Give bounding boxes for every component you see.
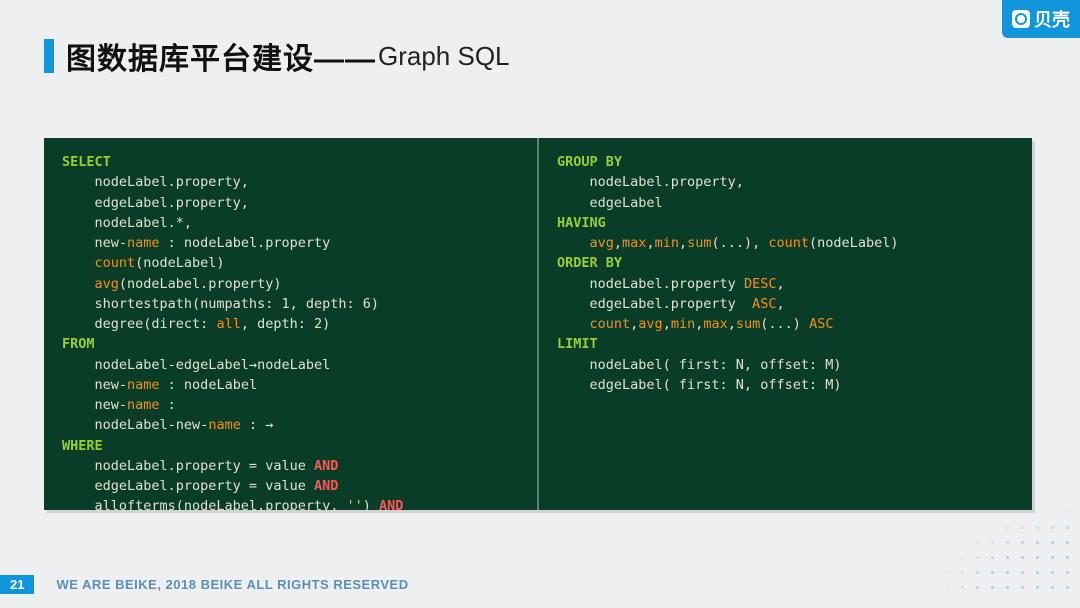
code-column-right: GROUP BY nodeLabel.property, edgeLabel H… [537, 138, 1032, 510]
brand-logo: 贝壳 [1002, 0, 1080, 38]
title-english: Graph SQL [378, 41, 510, 72]
title-accent-bar [44, 39, 54, 73]
slide-title: 图数据库平台建设—— Graph SQL [44, 34, 510, 78]
footer: 21 WE ARE BEIKE, 2018 BEIKE ALL RIGHTS R… [0, 575, 409, 594]
code-column-left: SELECT nodeLabel.property, edgeLabel.pro… [44, 138, 537, 510]
code-block: SELECT nodeLabel.property, edgeLabel.pro… [44, 138, 1032, 510]
footer-text: WE ARE BEIKE, 2018 BEIKE ALL RIGHTS RESE… [56, 577, 408, 592]
title-chinese: 图数据库平台建设—— [66, 34, 376, 78]
page-number: 21 [0, 575, 34, 594]
logo-text: 贝壳 [1034, 6, 1070, 32]
logo-icon [1012, 10, 1030, 28]
